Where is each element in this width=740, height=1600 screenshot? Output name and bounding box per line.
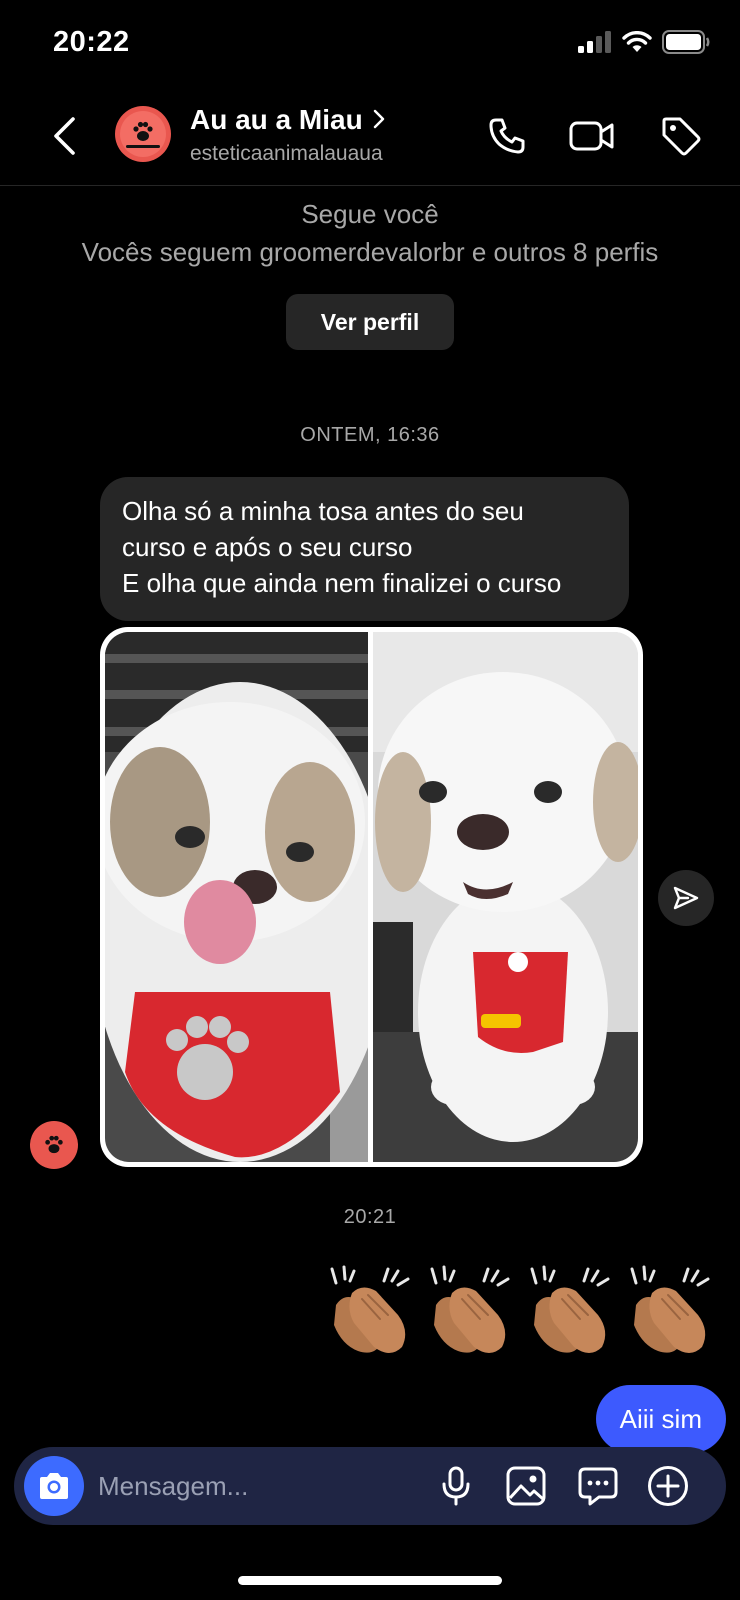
incoming-message-bubble[interactable]: Olha só a minha tosa antes do seu curso … <box>100 477 629 621</box>
back-chevron-icon <box>54 117 75 155</box>
message-line: Olha só a minha tosa antes do seu <box>122 496 524 526</box>
phone-icon <box>489 118 525 154</box>
profile-bio-cut <box>0 186 740 194</box>
after-grooming-photo <box>373 632 638 1162</box>
outgoing-message-bubble[interactable]: Aiii sim <box>595 1385 726 1453</box>
camera-icon <box>40 1473 68 1499</box>
view-profile-button[interactable]: Ver perfil <box>286 294 454 350</box>
chat-bubble-icon <box>578 1467 618 1506</box>
video-call-button[interactable] <box>568 112 616 160</box>
microphone-icon <box>442 1466 470 1506</box>
message-input[interactable] <box>98 1463 398 1509</box>
video-camera-icon <box>569 121 614 151</box>
sticker-button[interactable] <box>576 1464 620 1508</box>
clapping-hands-icon <box>530 1265 610 1353</box>
status-icons <box>578 30 710 54</box>
battery-icon <box>662 30 710 54</box>
wifi-icon <box>622 31 652 52</box>
tag-button[interactable] <box>657 112 705 160</box>
contact-username[interactable]: esteticaanimalauaua <box>190 142 383 166</box>
incoming-photo-message[interactable] <box>100 627 643 1167</box>
voice-call-button[interactable] <box>483 112 531 160</box>
timestamp: 20:21 <box>343 1206 397 1228</box>
follows-you-text: Segue você <box>301 199 439 229</box>
microphone-button[interactable] <box>434 1464 478 1508</box>
camera-button[interactable] <box>24 1456 84 1516</box>
outgoing-message-text: Aiii sim <box>619 1403 702 1434</box>
clapping-hands-icon <box>630 1265 710 1353</box>
image-gallery-icon <box>506 1466 546 1506</box>
contact-name[interactable]: Au au a Miau <box>190 104 363 136</box>
clapping-hands-icon <box>330 1265 410 1353</box>
gallery-button[interactable] <box>504 1464 548 1508</box>
message-composer <box>14 1447 726 1525</box>
message-line: E olha que ainda nem finalizei o curso <box>122 568 562 598</box>
status-time: 20:22 <box>53 26 130 58</box>
paw-logo-icon <box>45 1135 63 1154</box>
clapping-hands-icon <box>430 1265 510 1353</box>
timestamp: ONTEM, 16:36 <box>300 424 440 446</box>
chevron-right-icon[interactable] <box>372 108 386 130</box>
send-arrow-icon <box>673 886 699 910</box>
sender-avatar[interactable] <box>30 1121 78 1169</box>
chat-header: Au au a Miau esteticaanimalauaua <box>0 90 740 186</box>
share-button[interactable] <box>658 870 714 926</box>
paw-logo-icon <box>120 111 166 157</box>
plus-circle-icon <box>648 1466 688 1506</box>
more-options-button[interactable] <box>646 1464 690 1508</box>
message-line: curso e após o seu curso <box>122 532 413 562</box>
signal-icon <box>578 31 611 53</box>
status-bar: 20:22 <box>0 0 740 90</box>
back-button[interactable] <box>42 110 86 162</box>
contact-avatar[interactable] <box>115 106 171 162</box>
tag-icon <box>662 117 701 156</box>
before-grooming-photo <box>105 632 368 1162</box>
clap-emoji-message[interactable] <box>322 1265 714 1360</box>
mutual-followers-text: Vocês seguem groomerdevalorbr e outros 8… <box>81 237 659 267</box>
home-indicator[interactable] <box>238 1576 502 1585</box>
